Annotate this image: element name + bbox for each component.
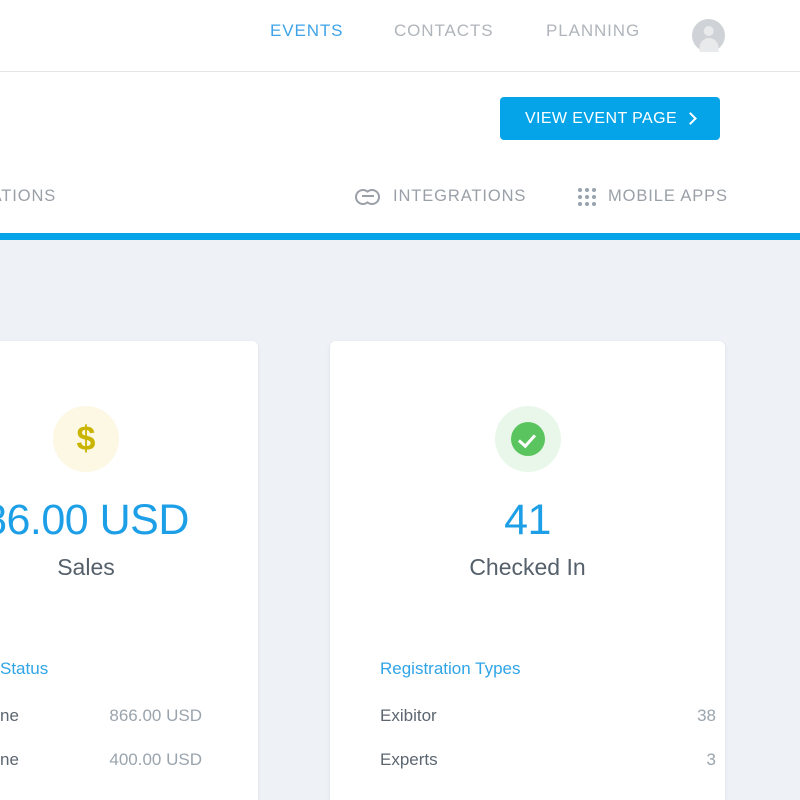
subnav-item-communications[interactable]: MUNICATIONS — [0, 160, 56, 233]
registration-types-title: Registration Types — [380, 659, 520, 679]
sales-stat-value: 400.00 USD — [109, 750, 202, 770]
checked-in-label: Checked In — [330, 554, 725, 581]
subnav-item-mobile-apps[interactable]: MOBILE APPS — [578, 160, 728, 233]
subnav-label-mobile-apps: MOBILE APPS — [608, 187, 728, 206]
dollar-sign-icon: $ — [53, 406, 119, 472]
active-tab-underline-bar — [0, 233, 800, 240]
subnav-item-integrations[interactable]: INTEGRATIONS — [355, 160, 526, 233]
registration-type-row: Exibitor 38 — [380, 706, 716, 726]
checked-in-value: 41 — [330, 496, 725, 545]
view-event-page-label: VIEW EVENT PAGE — [525, 110, 677, 128]
chevron-right-icon — [684, 112, 697, 125]
registration-type-row: Experts 3 — [380, 750, 716, 770]
nav-item-events[interactable]: EVENTS — [270, 21, 343, 41]
sub-navigation-bar: MUNICATIONS INTEGRATIONS MOBILE APPS — [0, 160, 800, 233]
sales-stat-row: ne 866.00 USD — [0, 706, 202, 726]
sales-stat-value: 866.00 USD — [109, 706, 202, 726]
sales-section-title: Status — [0, 659, 48, 679]
sales-stat-name: ne — [0, 750, 19, 770]
app-root: EVENTS CONTACTS PLANNING VIEW EVENT PAGE… — [0, 0, 800, 800]
top-navigation-bar: EVENTS CONTACTS PLANNING — [0, 0, 800, 72]
metric-card-sales: $ 86.00 USD Sales Status ne 866.00 USD n… — [0, 341, 258, 800]
registration-type-count: 3 — [707, 750, 716, 770]
avatar-body — [699, 38, 718, 52]
registration-type-name: Exibitor — [380, 706, 437, 726]
nav-item-contacts[interactable]: CONTACTS — [394, 21, 493, 41]
sales-stat-row: ne 400.00 USD — [0, 750, 202, 770]
view-event-page-button[interactable]: VIEW EVENT PAGE — [500, 97, 720, 140]
avatar-head — [703, 26, 714, 37]
registration-type-name: Experts — [380, 750, 438, 770]
subnav-label-integrations: INTEGRATIONS — [393, 187, 526, 206]
subnav-label-communications: MUNICATIONS — [0, 187, 56, 206]
metric-card-checked-in: 41 Checked In Registration Types Exibito… — [330, 341, 725, 800]
nav-item-planning[interactable]: PLANNING — [546, 21, 640, 41]
dollar-glyph: $ — [77, 422, 96, 456]
sales-value: 86.00 USD — [0, 496, 258, 545]
grid-dots-icon — [578, 188, 596, 206]
link-icon — [355, 189, 381, 205]
check-mark-glyph — [511, 422, 545, 456]
sales-stat-name: ne — [0, 706, 19, 726]
check-circle-icon — [495, 406, 561, 472]
registration-type-count: 38 — [697, 706, 716, 726]
sales-label: Sales — [0, 554, 258, 581]
user-avatar-icon[interactable] — [692, 19, 725, 52]
